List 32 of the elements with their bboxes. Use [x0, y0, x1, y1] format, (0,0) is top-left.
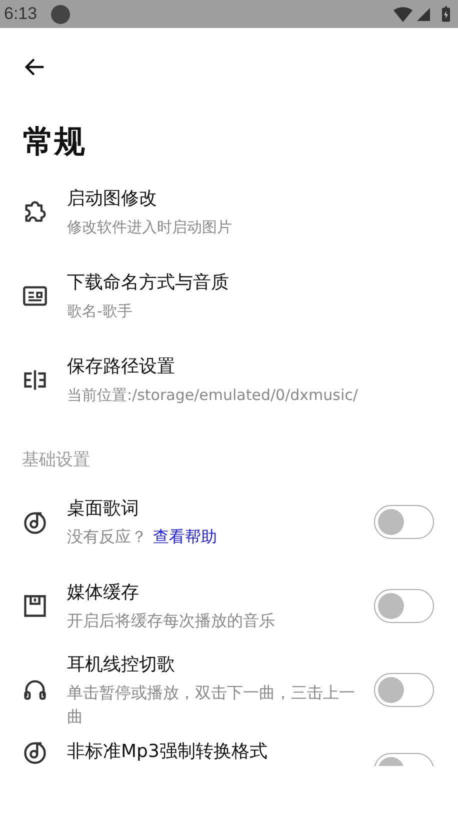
item-title: 桌面歌词 — [67, 496, 140, 520]
settings-item[interactable]: 非标准Mp3强制转换格式 — [0, 732, 458, 766]
item-title: 保存路径设置 — [67, 354, 176, 378]
item-title: 媒体缓存 — [67, 580, 140, 604]
wifi-icon — [393, 6, 413, 22]
notification-icon — [51, 4, 70, 24]
settings-item[interactable]: 启动图修改 修改软件进入时启动图片 — [0, 170, 458, 254]
settings-item[interactable]: 桌面歌词 没有反应？ 查看帮助 — [0, 480, 458, 564]
settings-item[interactable]: 媒体缓存 开启后将缓存每次播放的音乐 — [0, 564, 458, 648]
item-subtitle: 开启后将缓存每次播放的音乐 — [67, 610, 275, 630]
toggle-switch[interactable] — [374, 589, 434, 623]
item-subtitle: 当前位置:/storage/emulated/0/dxmusic/ — [67, 384, 359, 406]
toggle-switch[interactable] — [374, 673, 434, 707]
page-title: 常规 — [22, 123, 86, 162]
toggle-switch[interactable] — [374, 505, 434, 539]
item-subtitle: 单击暂停或播放，双击下一曲，三击上一曲 — [67, 682, 355, 726]
item-title: 下载命名方式与音质 — [67, 270, 230, 294]
item-title: 启动图修改 — [67, 186, 158, 210]
help-link[interactable]: 查看帮助 — [153, 526, 217, 546]
item-title: 非标准Mp3强制转换格式 — [67, 740, 268, 764]
settings-item[interactable]: 耳机线控切歌 单击暂停或播放，双击下一曲，三击上一曲 — [0, 648, 458, 732]
section-header: 基础设置 — [21, 449, 91, 472]
settings-item[interactable]: 保存路径设置 当前位置:/storage/emulated/0/dxmusic/ — [0, 338, 458, 422]
signal-icon — [417, 8, 430, 20]
item-subtitle: 没有反应？ — [67, 526, 147, 546]
status-time: 6:13 — [4, 4, 38, 24]
save-icon — [22, 593, 48, 619]
item-subtitle: 歌名-歌手 — [67, 300, 134, 322]
item-subtitle: 修改软件进入时启动图片 — [67, 216, 233, 238]
settings-item[interactable]: 下载命名方式与音质 歌名-歌手 — [0, 254, 458, 338]
item-title: 耳机线控切歌 — [67, 652, 176, 676]
battery-icon — [442, 6, 450, 22]
